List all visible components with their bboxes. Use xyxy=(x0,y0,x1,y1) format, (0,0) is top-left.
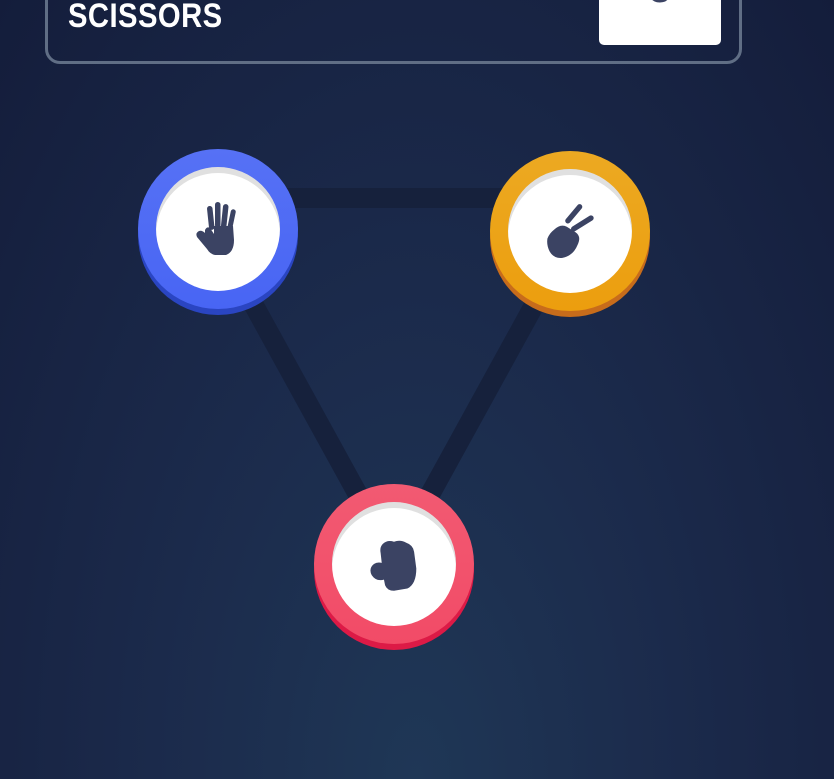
rock-button[interactable] xyxy=(314,484,474,650)
score-value: 0 xyxy=(599,0,721,11)
rock-fist-icon xyxy=(370,540,417,591)
paper-button-face xyxy=(156,167,280,291)
scissors-button-face xyxy=(508,169,632,293)
game-board xyxy=(0,0,834,779)
game-title: SCISSORS xyxy=(68,0,223,35)
score-header: SCISSORS 0 xyxy=(45,0,742,64)
scissors-button[interactable] xyxy=(490,151,650,317)
rock-button-face xyxy=(332,502,456,626)
paper-hand-icon xyxy=(196,202,236,255)
paper-button[interactable] xyxy=(138,149,298,315)
triangle-background xyxy=(204,188,584,574)
scissors-hand-icon xyxy=(547,204,594,258)
score-box: 0 xyxy=(599,0,721,45)
